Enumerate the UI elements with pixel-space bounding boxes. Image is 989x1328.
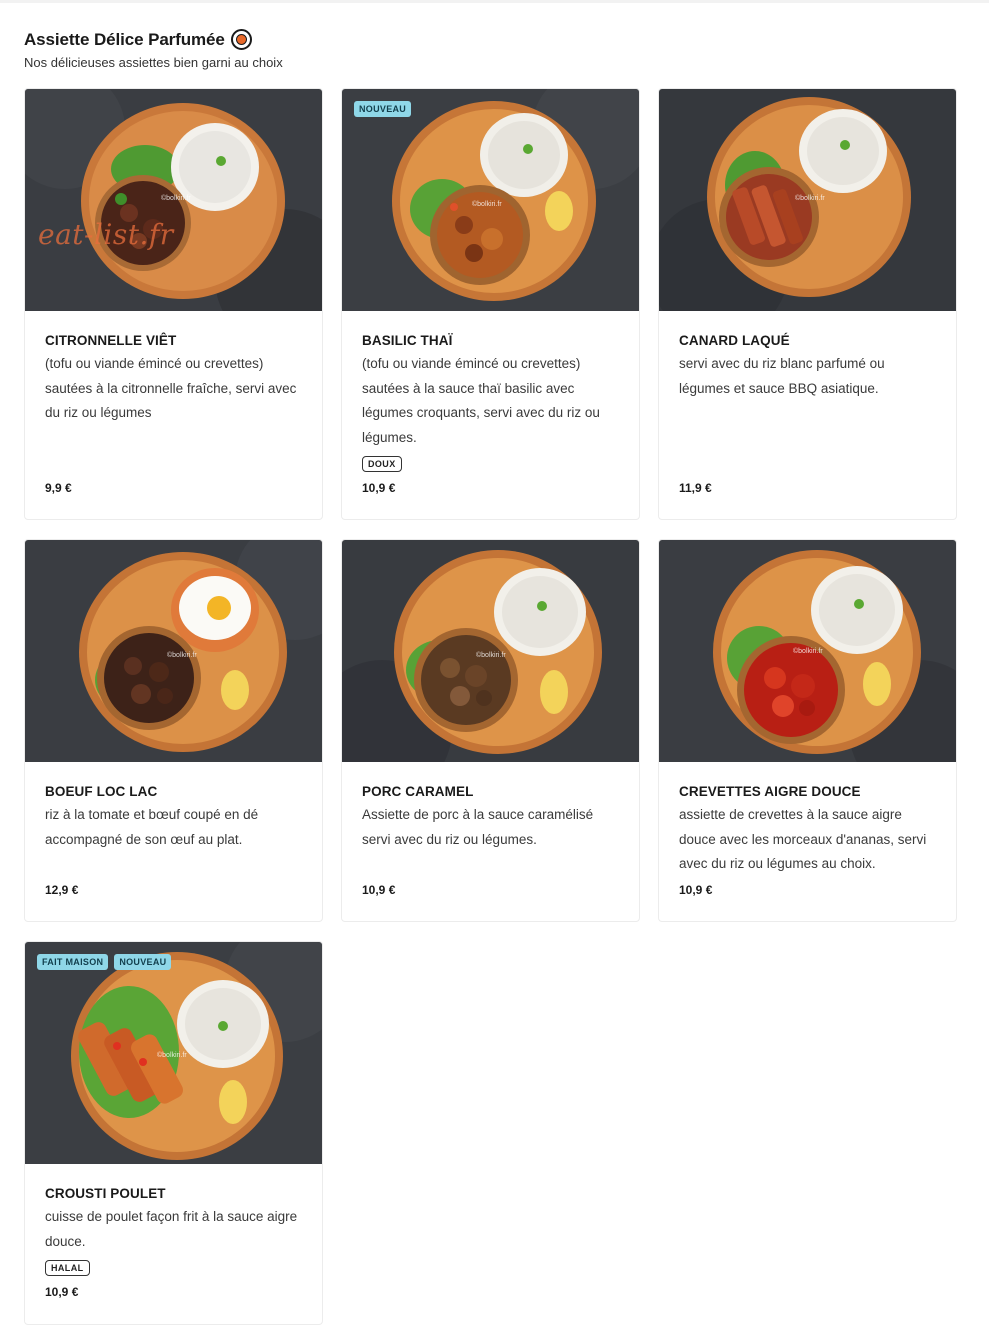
badge-group: FAIT MAISON NOUVEAU	[37, 954, 172, 970]
badge-group: NOUVEAU	[354, 101, 412, 117]
dish-image: ©bolkiri.fr	[659, 89, 956, 311]
item-description: Assiette de porc à la sauce caramélisé s…	[362, 807, 594, 847]
photo-credit: ©bolkiri.fr	[476, 652, 506, 659]
photo-credit: ©bolkiri.fr	[793, 648, 823, 655]
photo-credit: ©bolkiri.fr	[167, 652, 197, 659]
dish-image: ©bolkiri.fr	[25, 540, 322, 762]
item-price: 10,9 €	[362, 481, 396, 495]
menu-item-card[interactable]: NOUVEAU ©bolkiri.fr BASILIC THAÏ (tofu o…	[341, 88, 640, 520]
top-divider	[0, 0, 989, 3]
photo-credit: ©bolkiri.fr	[472, 201, 502, 208]
card-body: CITRONNELLE VIÊT (tofu ou viande émincé …	[25, 311, 322, 426]
item-name: CITRONNELLE VIÊT	[45, 333, 177, 348]
item-name: PORC CARAMEL	[362, 784, 474, 799]
badge-nouveau: NOUVEAU	[354, 101, 412, 117]
menu-item-card[interactable]: ©bolkiri.fr CANARD LAQUÉ servi avec du r…	[658, 88, 957, 520]
badge-nouveau: NOUVEAU	[114, 954, 172, 970]
item-description: cuisse de poulet façon frit à la sauce a…	[45, 1209, 298, 1249]
item-description: servi avec du riz blanc parfumé ou légum…	[679, 356, 885, 396]
item-price: 10,9 €	[362, 883, 396, 897]
menu-item-card[interactable]: ©bolkiri.fr CREVETTES AIGRE DOUCE assiet…	[658, 539, 957, 922]
dish-image: ©bolkiri.fr	[342, 540, 639, 762]
item-tag: DOUX	[362, 456, 402, 472]
card-body: BASILIC THAÏ (tofu ou viande émincé ou c…	[342, 311, 639, 472]
menu-item-card[interactable]: ©bolkiri.fr BOEUF LOC LAC riz à la tomat…	[24, 539, 323, 922]
dish-image: FAIT MAISON NOUVEAU ©bolkiri.fr	[25, 942, 322, 1164]
photo-credit: ©bolkiri.fr	[161, 195, 191, 202]
photo-credit: ©bolkiri.fr	[795, 195, 825, 202]
card-body: PORC CARAMEL Assiette de porc à la sauce…	[342, 762, 639, 852]
item-price: 10,9 €	[45, 1285, 79, 1299]
item-price: 11,9 €	[679, 481, 712, 495]
dish-photo	[342, 89, 639, 311]
item-price: 12,9 €	[45, 883, 79, 897]
item-price: 9,9 €	[45, 481, 72, 495]
item-description: (tofu ou viande émincé ou crevettes) sau…	[362, 356, 600, 445]
item-price: 10,9 €	[679, 883, 713, 897]
menu-item-card[interactable]: ©bolkiri.fr PORC CARAMEL Assiette de por…	[341, 539, 640, 922]
dish-photo	[342, 540, 639, 762]
section-title: Assiette Délice Parfumée	[24, 29, 283, 50]
menu-item-card[interactable]: FAIT MAISON NOUVEAU ©bolkiri.fr CROUSTI …	[24, 941, 323, 1325]
dish-image: ©bolkiri.fr	[659, 540, 956, 762]
section-title-text: Assiette Délice Parfumée	[24, 29, 225, 49]
item-name: BOEUF LOC LAC	[45, 784, 158, 799]
card-body: CROUSTI POULET cuisse de poulet façon fr…	[25, 1164, 322, 1276]
item-description: riz à la tomate et bœuf coupé en dé acco…	[45, 807, 259, 847]
item-name: CREVETTES AIGRE DOUCE	[679, 784, 861, 799]
card-body: CANARD LAQUÉ servi avec du riz blanc par…	[659, 311, 956, 401]
item-name: CANARD LAQUÉ	[679, 333, 790, 348]
spicy-icon	[230, 29, 252, 50]
item-description: (tofu ou viande émincé ou crevettes) sau…	[45, 356, 297, 420]
menu-item-card[interactable]: ©bolkiri.fr CITRONNELLE VIÊT (tofu ou vi…	[24, 88, 323, 520]
card-body: BOEUF LOC LAC riz à la tomate et bœuf co…	[25, 762, 322, 852]
dish-image: ©bolkiri.fr	[25, 89, 322, 311]
item-name: BASILIC THAÏ	[362, 333, 453, 348]
card-body: CREVETTES AIGRE DOUCE assiette de crevet…	[659, 762, 956, 877]
item-tag: HALAL	[45, 1260, 90, 1276]
watermark: eat-list.fr	[38, 218, 174, 251]
item-description: assiette de crevettes à la sauce aigre d…	[679, 807, 927, 871]
photo-credit: ©bolkiri.fr	[157, 1052, 187, 1059]
section-header: Assiette Délice Parfumée Nos délicieuses…	[24, 29, 283, 70]
badge-fait-maison: FAIT MAISON	[37, 954, 109, 970]
dish-photo	[25, 540, 322, 762]
dish-image: NOUVEAU ©bolkiri.fr	[342, 89, 639, 311]
item-name: CROUSTI POULET	[45, 1186, 166, 1201]
section-subtitle: Nos délicieuses assiettes bien garni au …	[24, 55, 283, 70]
